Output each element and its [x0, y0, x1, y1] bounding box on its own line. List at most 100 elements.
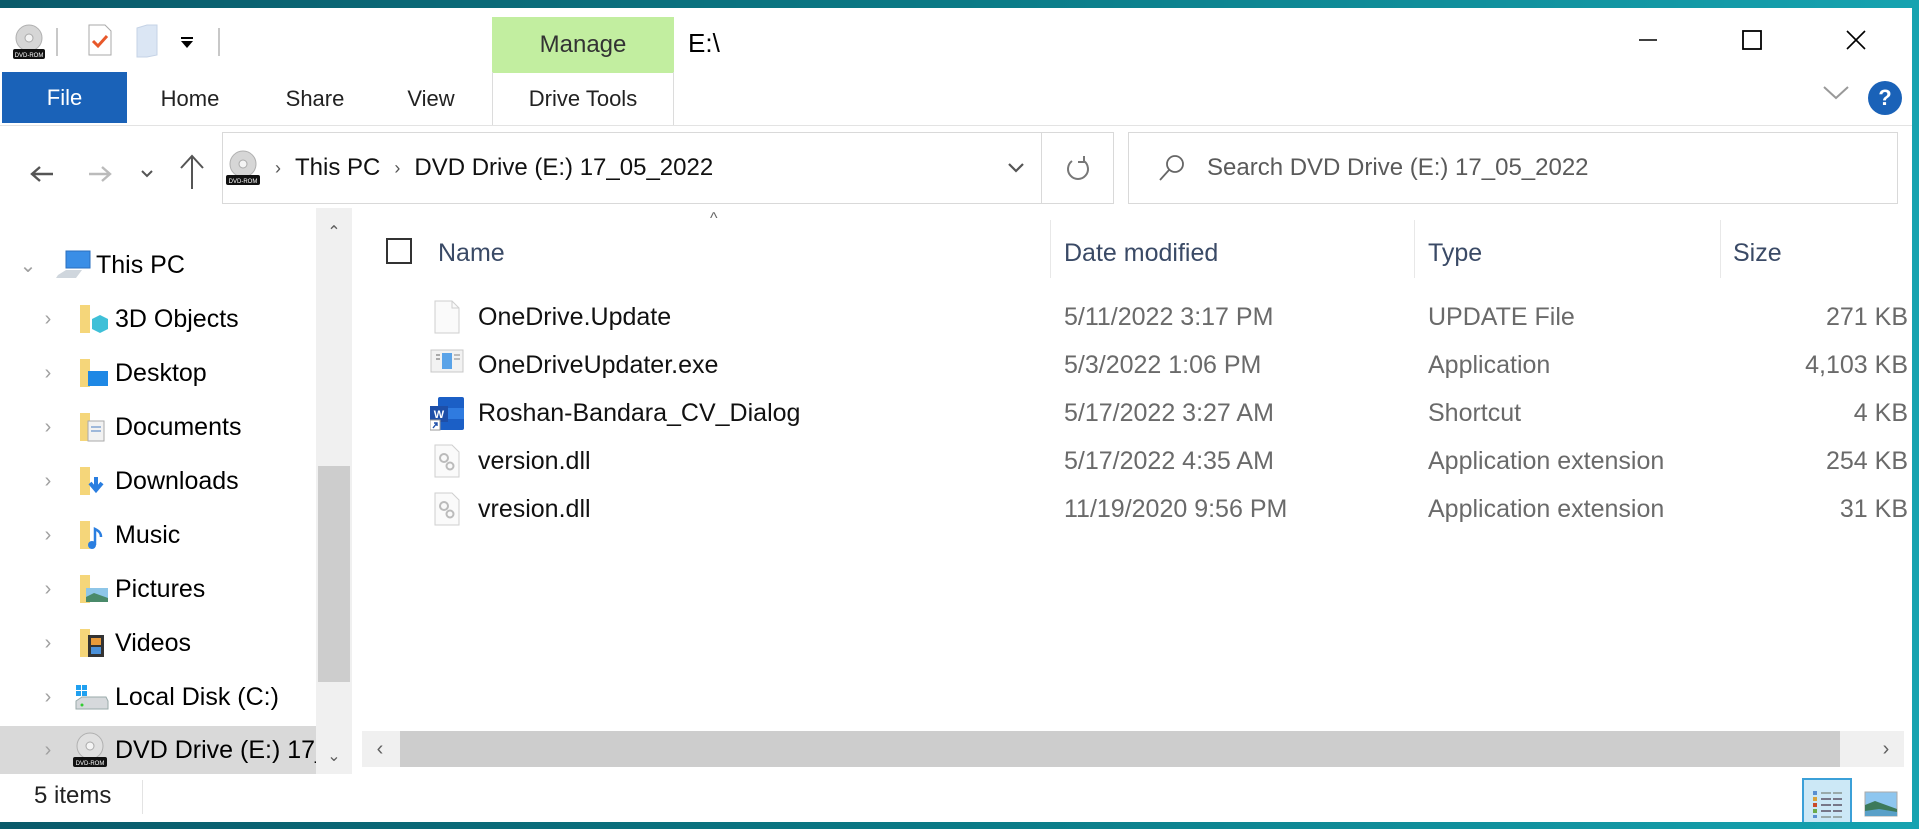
- large-icons-view-button[interactable]: [1856, 778, 1906, 822]
- tab-drive-tools[interactable]: Drive Tools: [492, 72, 674, 125]
- tab-view[interactable]: View: [386, 72, 476, 125]
- up-arrow-icon: [180, 154, 204, 189]
- nav-item-documents[interactable]: › Documents: [0, 402, 316, 452]
- help-button[interactable]: ?: [1868, 81, 1902, 115]
- chevron-right-icon[interactable]: ›: [38, 362, 58, 385]
- breadcrumb-separator-icon[interactable]: ›: [275, 158, 281, 179]
- properties-icon[interactable]: [88, 24, 112, 61]
- svg-text:DVD-ROM: DVD-ROM: [76, 761, 105, 767]
- breadcrumb-separator-icon[interactable]: ›: [394, 158, 400, 179]
- scroll-left-arrow-icon[interactable]: ‹: [362, 731, 398, 767]
- details-view-icon: [1813, 791, 1842, 818]
- downloads-folder-icon: [78, 465, 110, 497]
- customize-dropdown-icon[interactable]: [180, 36, 194, 54]
- maximize-button[interactable]: [1704, 8, 1800, 72]
- nav-pane-vertical-scrollbar[interactable]: ⌃ ⌄: [316, 208, 352, 774]
- chevron-down-icon: [1008, 163, 1024, 173]
- breadcrumb-dvd-drive[interactable]: DVD Drive (E:) 17_05_2022: [414, 154, 713, 182]
- file-row[interactable]: W Roshan-Bandara_CV_Dialog 5/17/2022 3:2…: [358, 390, 1912, 436]
- close-button[interactable]: [1808, 8, 1904, 72]
- chevron-right-icon[interactable]: ›: [38, 632, 58, 655]
- file-type: Application extension: [1428, 494, 1665, 523]
- dvd-rom-icon[interactable]: DVD-ROM: [12, 24, 46, 65]
- file-explorer-window: DVD-ROM Manage E:\ File Home Share View …: [0, 8, 1912, 822]
- scrollbar-thumb[interactable]: [318, 466, 350, 682]
- nav-item-pictures[interactable]: › Pictures: [0, 564, 316, 614]
- svg-text:W: W: [434, 409, 445, 421]
- back-button[interactable]: [24, 154, 60, 194]
- nav-item-dvd-drive-e[interactable]: › DVD-ROM DVD Drive (E:) 17_05_2022: [0, 726, 316, 774]
- file-name: version.dll: [478, 446, 591, 475]
- forward-arrow-icon: [89, 166, 112, 182]
- file-row[interactable]: vresion.dll 11/19/2020 9:56 PM Applicati…: [358, 486, 1912, 532]
- chevron-right-icon[interactable]: ›: [38, 470, 58, 493]
- nav-item-downloads[interactable]: › Downloads: [0, 456, 316, 506]
- nav-item-desktop[interactable]: › Desktop: [0, 348, 316, 398]
- nav-item-videos[interactable]: › Videos: [0, 618, 316, 668]
- file-row[interactable]: OneDrive.Update 5/11/2022 3:17 PM UPDATE…: [358, 294, 1912, 340]
- tab-file[interactable]: File: [2, 72, 127, 123]
- file-row[interactable]: OneDriveUpdater.exe 5/3/2022 1:06 PM App…: [358, 342, 1912, 388]
- chevron-right-icon[interactable]: ›: [38, 524, 58, 547]
- file-date-modified: 5/3/2022 1:06 PM: [1064, 350, 1262, 379]
- title-bar: DVD-ROM Manage E:\: [0, 8, 1912, 73]
- chevron-right-icon[interactable]: ›: [38, 578, 58, 601]
- scroll-down-arrow-icon[interactable]: ⌄: [316, 738, 352, 774]
- refresh-button[interactable]: [1042, 132, 1114, 204]
- recent-locations-button[interactable]: [132, 154, 162, 194]
- details-view-button[interactable]: [1802, 778, 1852, 822]
- column-header-type[interactable]: Type: [1428, 228, 1482, 278]
- new-folder-icon[interactable]: [136, 24, 158, 63]
- file-size: 4,103 KB: [1805, 350, 1908, 379]
- tab-home[interactable]: Home: [140, 72, 240, 125]
- address-history-dropdown[interactable]: [991, 133, 1041, 203]
- dll-file-icon: [434, 492, 468, 528]
- nav-item-this-pc[interactable]: ⌄ This PC: [0, 240, 316, 290]
- scroll-up-arrow-icon[interactable]: ⌃: [316, 214, 352, 250]
- search-box[interactable]: [1128, 132, 1898, 204]
- desktop-folder-icon: [78, 357, 110, 389]
- up-button[interactable]: [174, 148, 210, 196]
- nav-item-music[interactable]: › Music: [0, 510, 316, 560]
- dvd-drive-icon: DVD-ROM: [72, 732, 108, 768]
- file-size: 4 KB: [1853, 398, 1908, 427]
- scroll-right-arrow-icon[interactable]: ›: [1868, 731, 1904, 767]
- column-divider[interactable]: [1720, 220, 1721, 278]
- file-row[interactable]: version.dll 5/17/2022 4:35 AM Applicatio…: [358, 438, 1912, 484]
- chevron-right-icon[interactable]: ›: [38, 686, 58, 709]
- column-divider[interactable]: [1050, 220, 1051, 278]
- column-header-size[interactable]: Size: [1733, 228, 1782, 278]
- search-input[interactable]: [1207, 154, 1887, 182]
- chevron-right-icon[interactable]: ›: [38, 739, 58, 762]
- breadcrumb-this-pc[interactable]: This PC: [295, 154, 380, 182]
- nav-item-3d-objects[interactable]: › 3D Objects: [0, 294, 316, 344]
- address-bar[interactable]: DVD-ROM › This PC › DVD Drive (E:) 17_05…: [222, 132, 1042, 204]
- file-name: vresion.dll: [478, 494, 591, 523]
- select-all-checkbox[interactable]: [386, 238, 412, 264]
- scrollbar-thumb[interactable]: [400, 731, 1840, 767]
- file-type: Shortcut: [1428, 398, 1522, 427]
- minimize-button[interactable]: [1600, 8, 1696, 72]
- expand-ribbon-chevron-icon[interactable]: [1822, 84, 1850, 107]
- file-name: OneDrive.Update: [478, 302, 672, 331]
- column-header-name[interactable]: Name: [438, 228, 505, 278]
- manage-tab-group[interactable]: Manage: [492, 17, 674, 73]
- column-header-date-modified[interactable]: Date modified: [1064, 228, 1218, 278]
- chevron-right-icon[interactable]: ›: [38, 416, 58, 439]
- status-divider: [142, 780, 143, 814]
- chevron-right-icon[interactable]: ›: [38, 308, 58, 331]
- dll-file-icon: [434, 444, 468, 480]
- svg-text:DVD-ROM: DVD-ROM: [15, 53, 44, 59]
- file-list-horizontal-scrollbar[interactable]: ‹ ›: [362, 731, 1904, 767]
- blank-file-icon: [434, 300, 468, 336]
- file-type: UPDATE File: [1428, 302, 1575, 331]
- file-date-modified: 11/19/2020 9:56 PM: [1064, 494, 1288, 523]
- forward-button[interactable]: [82, 154, 118, 194]
- column-divider[interactable]: [1414, 220, 1415, 278]
- large-icons-view-icon: [1864, 791, 1898, 817]
- chevron-down-icon[interactable]: ⌄: [18, 253, 38, 278]
- tab-share[interactable]: Share: [264, 72, 366, 125]
- file-type: Application: [1428, 350, 1551, 379]
- nav-item-local-disk-c[interactable]: › Local Disk (C:): [0, 672, 316, 722]
- pictures-folder-icon: [78, 573, 110, 605]
